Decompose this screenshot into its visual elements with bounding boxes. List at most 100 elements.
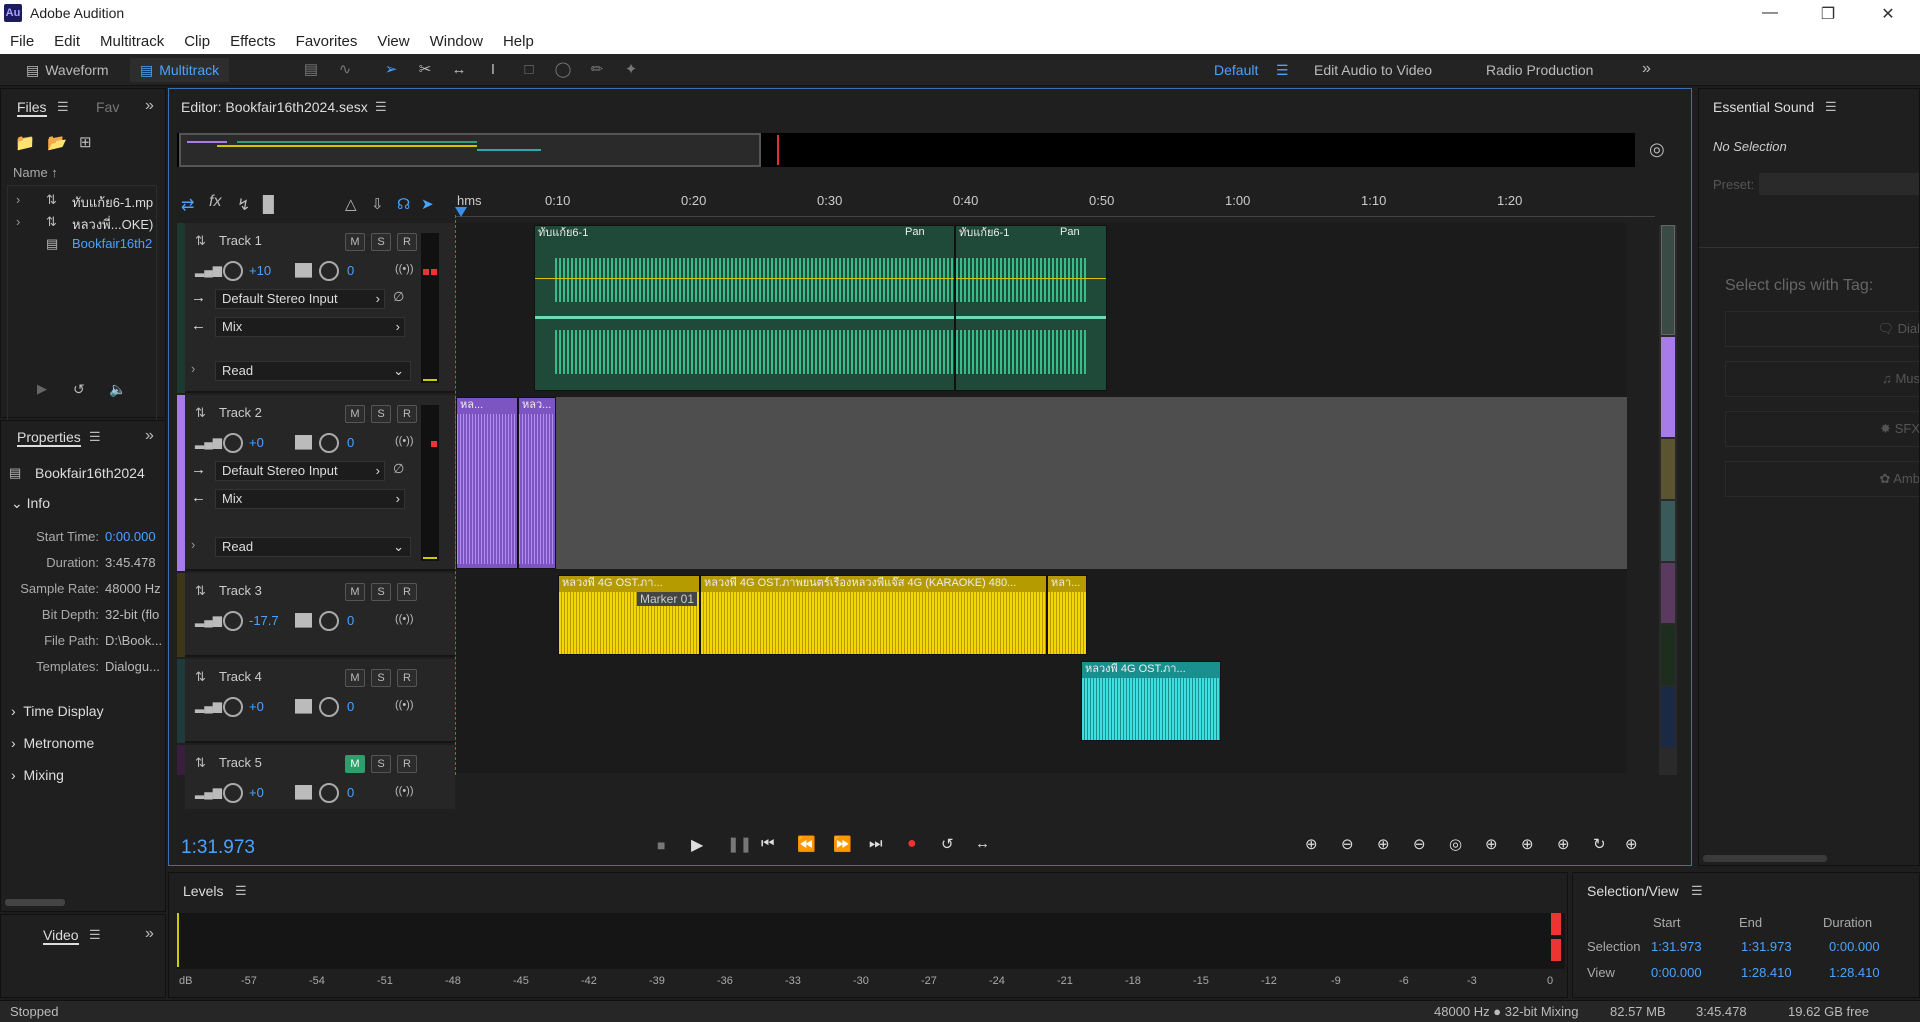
track-3-pan-value[interactable]: 0	[347, 613, 354, 628]
track-2-lane-selected[interactable]	[455, 397, 1627, 569]
zoom-out-full-icon[interactable]: ◎	[1449, 835, 1462, 853]
essential-sound-scrollbar[interactable]	[1703, 855, 1827, 862]
track-3-mute-button[interactable]: M	[345, 583, 365, 601]
properties-expand-icon[interactable]: »	[145, 427, 154, 445]
multitrack-mode-button[interactable]: ▤ Multitrack	[130, 58, 230, 82]
workspace-edit-audio-to-video[interactable]: Edit Audio to Video	[1314, 62, 1432, 78]
track-1-header[interactable]: ⇅ Track 1 M S R ▂▄▆ +10 ██ 0 ((•)) → Def…	[185, 223, 455, 393]
time-selection-tool-icon[interactable]: I	[482, 60, 504, 80]
track-4-clip-1[interactable]: หลวงพี่ 4G OST.ภา...	[1081, 661, 1221, 741]
track-5-name[interactable]: Track 5	[219, 755, 262, 770]
loop-playback-icon[interactable]: ↺	[941, 835, 954, 853]
snap-icon[interactable]: ➤	[421, 195, 434, 213]
workspace-radio-production[interactable]: Radio Production	[1486, 62, 1593, 78]
track-5-mute-button[interactable]: M	[345, 755, 365, 773]
zoom-out-time-icon[interactable]: ⊖	[1413, 835, 1426, 853]
stop-icon[interactable]: ■	[657, 837, 665, 853]
monitor-icon[interactable]: ☊	[397, 195, 410, 213]
track-1-clip-1[interactable]: ทับแก้ย6-1 Pan	[534, 225, 955, 391]
track-2-pan-knob[interactable]	[319, 433, 339, 453]
slip-tool-icon[interactable]: ↔	[448, 60, 470, 80]
effects-rack-icon[interactable]: fx	[209, 193, 221, 211]
preset-select[interactable]	[1759, 173, 1919, 195]
more-workspaces-icon[interactable]: »	[1642, 60, 1651, 78]
track-2-record-button[interactable]: R	[397, 405, 417, 423]
move-tool-icon[interactable]: ➢	[380, 60, 402, 80]
track-2-name[interactable]: Track 2	[219, 405, 262, 420]
maximize-icon[interactable]: ❐	[1818, 4, 1838, 24]
track-2-mute-button[interactable]: M	[345, 405, 365, 423]
track-1-input-select[interactable]: Default Stereo Input ›	[215, 289, 385, 309]
music-tag-button[interactable]: ♫ Mus	[1725, 361, 1919, 397]
selection-view-menu-icon[interactable]: ☰	[1691, 883, 1703, 899]
zoom-in-amplitude-icon[interactable]: ⊕	[1305, 835, 1318, 853]
lasso-tool-icon[interactable]: ◯	[552, 60, 574, 80]
expand-icon[interactable]: ›	[191, 361, 195, 376]
current-time-display[interactable]: 1:31.973	[181, 837, 255, 859]
track-4-header[interactable]: ⇅ Track 4 M S R ▂▄▆ +0 ██ 0 ((•))	[185, 659, 455, 743]
menu-edit[interactable]: Edit	[54, 33, 80, 50]
track-drag-icon[interactable]: ⇅	[195, 405, 206, 421]
pan-envelope[interactable]	[956, 316, 1106, 319]
track-drag-icon[interactable]: ⇅	[195, 669, 206, 685]
track-drag-icon[interactable]: ⇅	[195, 233, 206, 249]
clip-pan-label[interactable]: Pan	[1060, 226, 1080, 238]
track-1-clip-2[interactable]: ทับแก้ย6-1 Pan	[955, 225, 1107, 391]
workspace-default[interactable]: Default	[1214, 62, 1258, 78]
ambience-tag-button[interactable]: ✿ Amb	[1725, 461, 1919, 497]
marquee-tool-icon[interactable]: □	[518, 60, 540, 80]
mixing-section[interactable]: › Mixing	[11, 767, 64, 783]
clip-indicator-left[interactable]	[1551, 913, 1561, 935]
inputs-outputs-icon[interactable]: ⇄	[181, 195, 194, 215]
zoom-selection-both-icon[interactable]: ⊕	[1557, 835, 1570, 853]
track-2-volume-value[interactable]: +0	[249, 435, 264, 450]
time-display-section[interactable]: › Time Display	[11, 703, 104, 719]
spectral-display-icon[interactable]: ▤	[300, 60, 322, 80]
pitch-display-icon[interactable]: ∿	[334, 60, 356, 80]
tab-files[interactable]: Files	[17, 99, 47, 117]
dialogue-tag-button[interactable]: 🗨 Dial	[1725, 311, 1919, 347]
track-1-solo-button[interactable]: S	[371, 233, 391, 251]
punch-icon[interactable]: ⇩	[371, 195, 384, 213]
track-5-volume-knob[interactable]	[223, 783, 243, 803]
metronome-icon[interactable]: △	[345, 195, 357, 213]
track-drag-icon[interactable]: ⇅	[195, 583, 206, 599]
zoom-out-amplitude-icon[interactable]: ⊖	[1341, 835, 1354, 853]
loop-preview-icon[interactable]: ↺	[73, 381, 85, 398]
pause-icon[interactable]: ❚❚	[727, 835, 752, 853]
zoom-selection-in-icon[interactable]: ⊕	[1485, 835, 1498, 853]
rewind-icon[interactable]: ⏪	[797, 835, 816, 853]
track-1-volume-knob[interactable]	[223, 261, 243, 281]
track-4-pan-value[interactable]: 0	[347, 699, 354, 714]
menu-clip[interactable]: Clip	[184, 33, 210, 50]
track-3-clip-2[interactable]: หลวงพี่ 4G OST.ภาพยนตร์เรื่องหลวงพี่แจ๊ส…	[700, 575, 1047, 655]
track-3-header[interactable]: ⇅ Track 3 M S R ▂▄▆ -17.7 ██ 0 ((•))	[185, 573, 455, 657]
track-1-record-button[interactable]: R	[397, 233, 417, 251]
track-4-volume-knob[interactable]	[223, 697, 243, 717]
track-3-name[interactable]: Track 3	[219, 583, 262, 598]
track-2-solo-button[interactable]: S	[371, 405, 391, 423]
spot-healing-icon[interactable]: ✦	[620, 60, 642, 80]
levels-title[interactable]: Levels	[183, 883, 223, 899]
pan-envelope[interactable]	[535, 316, 954, 319]
track-5-solo-button[interactable]: S	[371, 755, 391, 773]
sends-icon[interactable]: ↯	[237, 195, 250, 215]
play-icon[interactable]: ▶	[691, 835, 703, 855]
video-expand-icon[interactable]: »	[145, 925, 154, 943]
menu-view[interactable]: View	[377, 33, 409, 50]
track-5-volume-value[interactable]: +0	[249, 785, 264, 800]
file-item-3[interactable]: Bookfair16th2	[72, 236, 152, 251]
levels-menu-icon[interactable]: ☰	[235, 883, 247, 899]
track-2-volume-knob[interactable]	[223, 433, 243, 453]
video-menu-icon[interactable]: ☰	[89, 927, 101, 943]
track-drag-icon[interactable]: ⇅	[195, 755, 206, 771]
zoom-selection-out-icon[interactable]: ⊕	[1521, 835, 1534, 853]
essential-sound-menu-icon[interactable]: ☰	[1825, 99, 1837, 115]
track-2-pan-value[interactable]: 0	[347, 435, 354, 450]
selection-start[interactable]: 1:31.973	[1651, 939, 1702, 954]
zoom-reset-icon[interactable]: ↻	[1593, 835, 1606, 853]
autoplay-icon[interactable]: 🔈	[109, 381, 126, 398]
timeline-vertical-scrollbar[interactable]	[1659, 225, 1677, 775]
track-2-clip-2[interactable]: หลว...	[518, 397, 556, 569]
track-5-header[interactable]: ⇅ Track 5 M S R ▂▄▆ +0 ██ 0 ((•))	[185, 745, 455, 809]
